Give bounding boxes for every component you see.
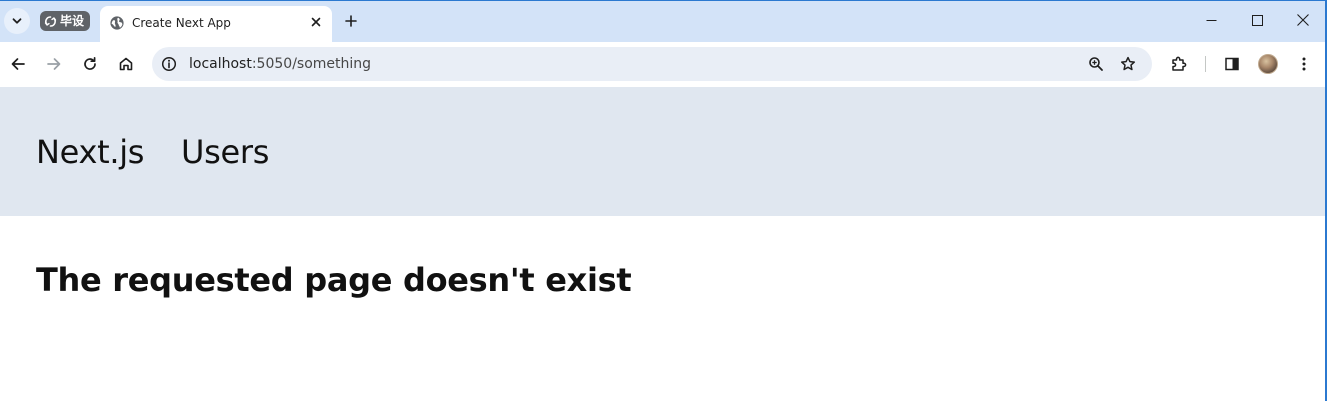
maximize-icon: [1251, 14, 1263, 26]
info-icon[interactable]: [161, 56, 177, 72]
star-icon: [1120, 56, 1136, 71]
new-tab-button[interactable]: [340, 10, 362, 32]
tab-group-label: 毕设: [60, 14, 85, 28]
zoom-button[interactable]: [1083, 51, 1109, 77]
puzzle-icon: [1172, 56, 1187, 71]
tab-title: Create Next App: [132, 16, 231, 30]
close-tab-button[interactable]: [306, 12, 326, 32]
window-border-top: [0, 0, 1327, 1]
bookmark-button[interactable]: [1115, 51, 1141, 77]
side-panel-button[interactable]: [1218, 50, 1246, 78]
not-found-message: The requested page doesn't exist: [36, 261, 632, 299]
arrow-right-icon: [47, 58, 61, 70]
sync-icon: [44, 15, 57, 27]
address-url[interactable]: localhost:5050/something: [189, 55, 371, 73]
reload-icon: [84, 56, 96, 70]
more-vert-icon: [1302, 57, 1306, 71]
toolbar-divider: [1205, 56, 1206, 72]
nav-users-link[interactable]: Users: [181, 133, 269, 171]
close-icon: [1297, 14, 1309, 26]
browser-toolbar: localhost:5050/something: [0, 42, 1327, 86]
home-icon: [119, 57, 133, 71]
extensions-button[interactable]: [1165, 50, 1193, 78]
forward-button[interactable]: [40, 50, 68, 78]
nav-brand-link[interactable]: Next.js: [36, 133, 144, 171]
plus-icon: [345, 15, 357, 27]
arrow-left-icon: [11, 58, 25, 70]
globe-icon: [110, 16, 124, 30]
back-button[interactable]: [4, 50, 32, 78]
title-bar: 毕设 Create Next App: [0, 0, 1327, 42]
url-host: localhost: [189, 56, 252, 72]
home-button[interactable]: [112, 50, 140, 78]
avatar[interactable]: [1258, 54, 1278, 74]
side-panel-icon: [1225, 57, 1239, 71]
chevron-down-icon: [12, 18, 22, 24]
url-path: :5050/something: [251, 56, 372, 72]
minimize-button[interactable]: [1188, 4, 1234, 36]
zoom-icon: [1089, 57, 1103, 71]
tab-group-chip[interactable]: 毕设: [40, 11, 91, 31]
maximize-button[interactable]: [1234, 4, 1280, 36]
close-window-button[interactable]: [1280, 4, 1326, 36]
reload-button[interactable]: [76, 50, 104, 78]
tab-search-button[interactable]: [4, 8, 30, 34]
address-bar[interactable]: localhost:5050/something: [152, 47, 1152, 81]
tab-active[interactable]: Create Next App: [100, 6, 332, 42]
menu-button[interactable]: [1290, 50, 1318, 78]
minimize-icon: [1206, 19, 1216, 21]
close-icon: [311, 17, 321, 27]
